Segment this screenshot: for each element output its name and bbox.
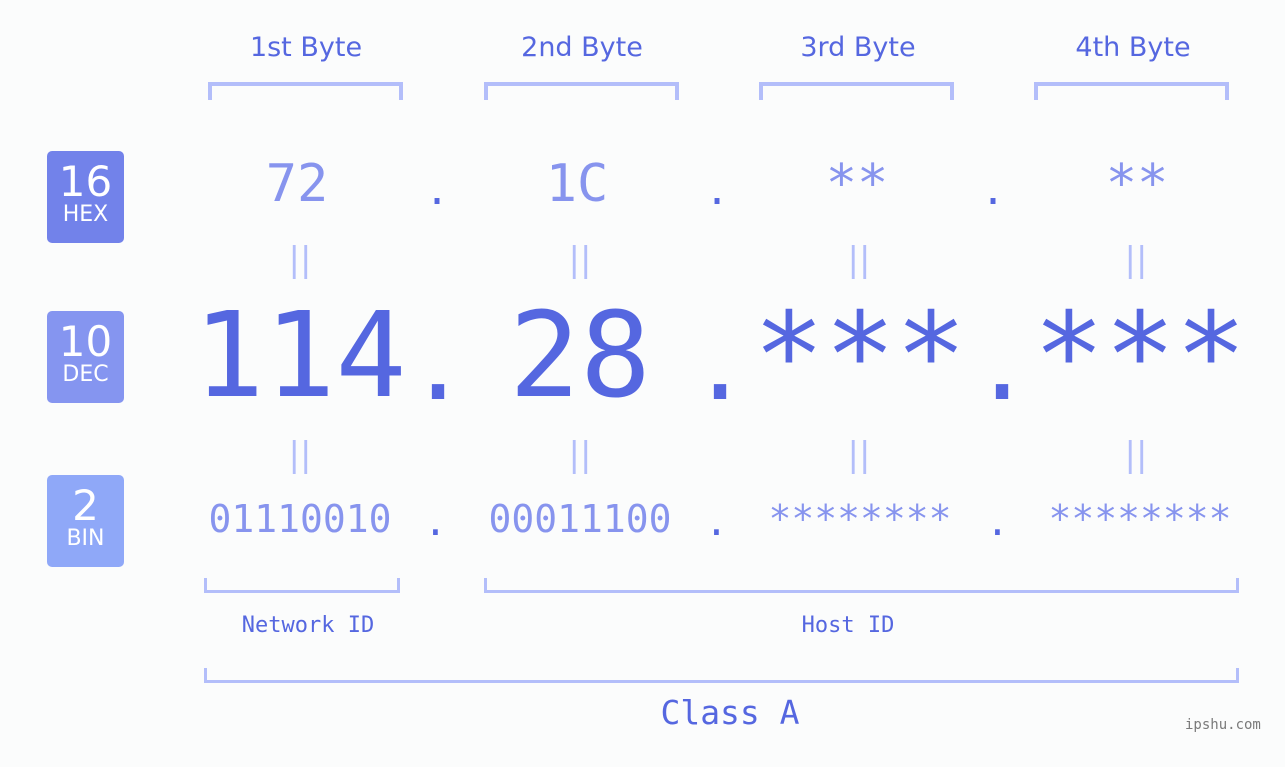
- byte-bracket-3: [759, 82, 954, 100]
- class-label: Class A: [660, 693, 800, 732]
- bin-byte-1: 01110010: [208, 497, 392, 541]
- hex-base-badge: 16 HEX: [47, 151, 124, 243]
- header-byte-4: 4th Byte: [1075, 32, 1191, 63]
- equals-sign: ||: [1124, 435, 1148, 475]
- bin-base-number: 2: [72, 481, 99, 530]
- dec-dot-1: .: [408, 306, 469, 423]
- dec-base-number: 10: [58, 317, 113, 366]
- dec-byte-1: 114: [193, 286, 407, 424]
- watermark: ipshu.com: [1185, 717, 1261, 733]
- byte-bracket-4: [1034, 82, 1229, 100]
- dec-base-label: DEC: [62, 362, 109, 387]
- bin-dot-1: .: [424, 500, 447, 544]
- bin-byte-3: ********: [768, 497, 952, 541]
- bin-base-label: BIN: [66, 526, 105, 551]
- hex-base-number: 16: [58, 157, 113, 206]
- equals-sign: ||: [568, 435, 592, 475]
- byte-bracket-1: [208, 82, 403, 100]
- network-id-label: Network ID: [241, 613, 375, 638]
- dec-byte-3: ***: [753, 286, 967, 424]
- equals-sign: ||: [288, 435, 312, 475]
- hex-byte-4: **: [1105, 154, 1169, 214]
- bin-byte-2: 00011100: [488, 497, 672, 541]
- equals-sign: ||: [288, 240, 312, 280]
- equals-sign: ||: [847, 435, 871, 475]
- header-byte-2: 2nd Byte: [521, 32, 643, 63]
- dec-dot-2: .: [690, 306, 751, 423]
- equals-sign: ||: [568, 240, 592, 280]
- host-id-bracket: [484, 578, 1239, 593]
- dec-byte-4: ***: [1033, 286, 1247, 424]
- dec-byte-2: 28: [508, 286, 652, 424]
- dec-dot-3: .: [972, 306, 1033, 423]
- bin-dot-2: .: [705, 500, 728, 544]
- hex-byte-2: 1C: [545, 154, 609, 214]
- bin-dot-3: .: [986, 500, 1009, 544]
- byte-bracket-2: [484, 82, 679, 100]
- hex-dot-2: .: [705, 168, 730, 214]
- equals-sign: ||: [1124, 240, 1148, 280]
- bin-byte-4: ********: [1048, 497, 1232, 541]
- network-id-bracket: [204, 578, 400, 593]
- host-id-label: Host ID: [801, 613, 895, 638]
- dec-base-badge: 10 DEC: [47, 311, 124, 403]
- hex-dot-3: .: [981, 168, 1006, 214]
- class-bracket: [204, 668, 1239, 683]
- header-byte-3: 3rd Byte: [800, 32, 916, 63]
- bin-base-badge: 2 BIN: [47, 475, 124, 567]
- header-byte-1: 1st Byte: [249, 32, 363, 63]
- equals-sign: ||: [847, 240, 871, 280]
- hex-dot-1: .: [425, 168, 450, 214]
- hex-byte-3: **: [825, 154, 889, 214]
- hex-byte-1: 72: [265, 154, 329, 214]
- hex-base-label: HEX: [62, 202, 109, 227]
